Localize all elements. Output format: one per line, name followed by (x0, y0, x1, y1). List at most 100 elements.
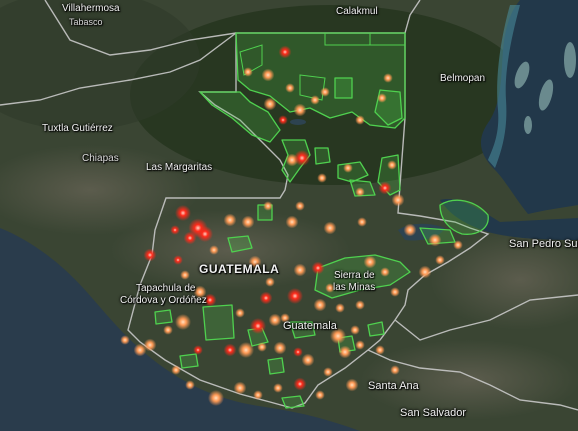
label-chiapas: Chiapas (82, 153, 119, 164)
fire-hotspot-low (335, 303, 345, 313)
fire-hotspot-high (170, 225, 180, 235)
fire-hotspot-high (250, 318, 266, 334)
fire-hotspot-low (377, 93, 387, 103)
fire-hotspot-high (193, 345, 203, 355)
protected-area (202, 304, 235, 341)
fire-hotspot-high (183, 231, 197, 245)
fire-hotspot-low (185, 380, 195, 390)
protected-area (334, 77, 353, 99)
fire-hotspot-low (133, 343, 147, 357)
fire-hotspot-low (428, 233, 442, 247)
label-sierra-de-las-minas-1: Sierra de (334, 270, 375, 281)
fire-hotspot-high (173, 255, 183, 265)
protected-area (154, 309, 173, 325)
fire-hotspot-low (233, 381, 247, 395)
fire-hotspot-low (357, 217, 367, 227)
map-canvas (0, 0, 578, 431)
fire-hotspot-low (175, 314, 191, 330)
fire-hotspot-low (223, 213, 237, 227)
lake-peten-itza (290, 119, 306, 125)
fire-hotspot-low (310, 95, 320, 105)
label-sierra-de-las-minas-2: las Minas (333, 282, 376, 293)
fire-hotspot-low (363, 255, 377, 269)
fire-hotspot-low (315, 390, 325, 400)
label-country-guatemala: GUATEMALA (199, 262, 280, 276)
fire-hotspot-low (265, 277, 275, 287)
fire-hotspot-low (355, 300, 365, 310)
fire-hotspot-high (278, 115, 288, 125)
fire-hotspot-low (268, 313, 282, 327)
fire-hotspot-high (175, 205, 191, 221)
label-belmopan: Belmopan (440, 73, 486, 84)
caye-island (524, 116, 532, 134)
fire-hotspot-low (257, 342, 267, 352)
fire-hotspot-low (355, 340, 365, 350)
fire-hotspot-low (320, 87, 330, 97)
fire-hotspot-low (343, 163, 353, 173)
satellite-map[interactable]: Villahermosa Tabasco Calakmul Belmopan T… (0, 0, 578, 431)
fire-hotspot-low (208, 390, 224, 406)
fire-hotspot-low (323, 367, 333, 377)
fire-hotspot-low (313, 298, 327, 312)
fire-hotspot-high (278, 45, 292, 59)
fire-hotspot-high (311, 261, 325, 275)
fire-hotspot-low (380, 267, 390, 277)
fire-hotspot-high (293, 377, 307, 391)
protected-area (367, 321, 385, 337)
protected-area (179, 353, 199, 369)
label-tabasco: Tabasco (69, 17, 103, 27)
fire-hotspot-low (241, 215, 255, 229)
fire-hotspot-low (390, 287, 400, 297)
fire-hotspot-low (273, 341, 287, 355)
fire-hotspot-low (418, 265, 432, 279)
fire-hotspot-high (293, 347, 303, 357)
fire-hotspot-low (387, 160, 397, 170)
fire-hotspot-low (171, 365, 181, 375)
fire-hotspot-low (403, 223, 417, 237)
label-tuxtla-gutierrez: Tuxtla Gutiérrez (42, 123, 113, 134)
fire-hotspot-high (287, 288, 303, 304)
fire-hotspot-low (383, 73, 393, 83)
fire-hotspot-low (375, 345, 385, 355)
fire-hotspot-low (390, 365, 400, 375)
fire-hotspot-low (235, 308, 245, 318)
label-santa-ana: Santa Ana (368, 380, 419, 392)
fire-hotspot-high (223, 343, 237, 357)
fire-hotspot-high (197, 226, 213, 242)
fire-hotspot-low (345, 378, 359, 392)
fire-hotspot-low (338, 345, 352, 359)
fire-hotspot-low (163, 325, 173, 335)
fire-hotspot-low (209, 245, 219, 255)
fire-hotspot-low (453, 240, 463, 250)
fire-hotspot-low (350, 325, 360, 335)
fire-hotspot-low (293, 103, 307, 117)
fire-hotspot-high (143, 248, 157, 262)
label-las-margaritas: Las Margaritas (146, 162, 213, 173)
label-villahermosa: Villahermosa (62, 3, 120, 14)
fire-hotspot-low (238, 342, 254, 358)
label-tapachula-1: Tapachula de (136, 283, 196, 294)
caye-island (564, 42, 576, 78)
label-san-pedro-sula: San Pedro Sul (509, 238, 578, 250)
fire-hotspot-low (435, 255, 445, 265)
fire-hotspot-low (285, 215, 299, 229)
fire-hotspot-low (253, 390, 263, 400)
fire-hotspot-low (293, 263, 307, 277)
fire-hotspot-low (355, 115, 365, 125)
label-guatemala-city: Guatemala (283, 320, 337, 332)
fire-hotspot-low (295, 201, 305, 211)
fire-hotspot-low (355, 187, 365, 197)
fire-hotspot-low (285, 83, 295, 93)
label-tapachula-2: Córdova y Ordóñez (120, 295, 207, 306)
fire-hotspot-low (273, 383, 283, 393)
fire-hotspot-low (391, 193, 405, 207)
fire-hotspot-low (323, 221, 337, 235)
fire-hotspot-low (263, 97, 277, 111)
fire-hotspot-low (261, 68, 275, 82)
label-san-salvador: San Salvador (400, 407, 467, 419)
protected-area (314, 147, 331, 165)
fire-hotspot-high (259, 291, 273, 305)
protected-area (281, 395, 305, 409)
fire-hotspot-low (301, 353, 315, 367)
protected-area (267, 357, 285, 375)
